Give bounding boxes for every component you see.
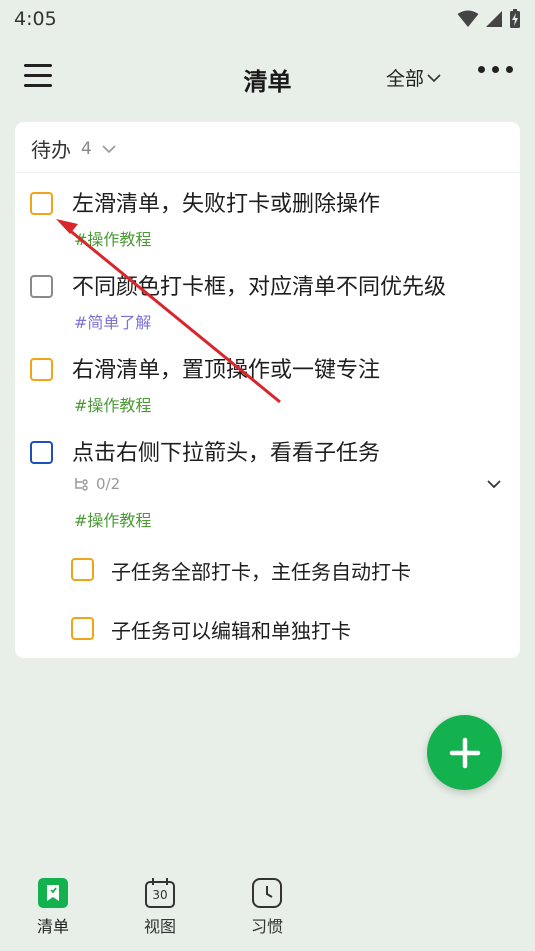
divider [15, 172, 520, 173]
task-item: 点击右侧下拉箭头，看看子任务 0/2 #操作教程 [15, 435, 520, 535]
filter-label: 全部 [386, 68, 425, 90]
tab-habit[interactable]: 习惯 [237, 877, 297, 937]
task-item: 左滑清单，失败打卡或删除操作 #操作教程 [15, 186, 520, 256]
task-item: 右滑清单，置顶操作或一键专注 #操作教程 [15, 352, 520, 422]
expand-subtasks-button[interactable] [486, 475, 502, 494]
task-item: 不同颜色打卡框，对应清单不同优先级 #简单了解 [15, 269, 520, 339]
battery-charging-icon [510, 9, 520, 28]
calendar-icon: 30 [144, 877, 176, 909]
task-tag[interactable]: #操作教程 [74, 507, 151, 531]
subtask-title[interactable]: 子任务可以编辑和单独打卡 [111, 615, 351, 644]
dot-icon [478, 66, 485, 73]
filter-dropdown[interactable]: 全部 [386, 64, 441, 91]
task-title[interactable]: 不同颜色打卡框，对应清单不同优先级 [72, 269, 446, 301]
chevron-down-icon [427, 73, 441, 82]
task-title[interactable]: 点击右侧下拉箭头，看看子任务 [72, 435, 380, 467]
subtask-checkbox[interactable] [71, 617, 94, 640]
section-title: 待办 [31, 138, 71, 162]
status-icons [457, 9, 521, 29]
todo-card: 待办 4 左滑清单，失败打卡或删除操作 #操作教程 不同颜色打卡框，对应清单不同… [15, 122, 520, 658]
dot-icon [492, 66, 499, 73]
chevron-down-icon [487, 480, 501, 489]
calendar-day: 30 [152, 888, 168, 902]
plus-icon [449, 737, 480, 768]
signal-icon [486, 11, 502, 27]
tab-list[interactable]: 清单 [23, 877, 83, 937]
subtask-progress-text: 0/2 [96, 475, 121, 493]
add-task-button[interactable] [427, 715, 502, 790]
list-tab-icon [38, 878, 68, 908]
tab-view[interactable]: 30 视图 [130, 877, 190, 937]
subtask-checkbox[interactable] [71, 558, 94, 581]
bottom-tab-bar: 清单 30 视图 习惯 [0, 872, 535, 951]
wifi-icon [457, 10, 479, 27]
task-tag[interactable]: #简单了解 [74, 309, 151, 333]
more-options-button[interactable] [478, 66, 513, 73]
task-title[interactable]: 左滑清单，失败打卡或删除操作 [72, 186, 380, 218]
app-bar: 清单 全部 [0, 48, 535, 106]
subtask-progress: 0/2 [74, 475, 120, 493]
status-time: 4:05 [14, 8, 57, 30]
subtask-item: 子任务可以编辑和单独打卡 [15, 615, 520, 655]
menu-button[interactable] [20, 60, 60, 92]
tab-label: 清单 [36, 917, 69, 936]
task-checkbox[interactable] [30, 275, 53, 298]
tab-label: 习惯 [250, 917, 283, 936]
section-count: 4 [81, 138, 92, 159]
section-header[interactable]: 待办 4 [31, 134, 116, 163]
chevron-down-icon [102, 144, 116, 153]
hamburger-line [24, 64, 52, 67]
task-tag[interactable]: #操作教程 [74, 392, 151, 416]
task-title[interactable]: 右滑清单，置顶操作或一键专注 [72, 352, 380, 384]
page-title: 清单 [243, 68, 292, 96]
subtask-item: 子任务全部打卡，主任务自动打卡 [15, 556, 520, 596]
hamburger-line [24, 74, 52, 77]
task-checkbox[interactable] [30, 192, 53, 215]
subtask-icon [75, 478, 88, 491]
task-checkbox[interactable] [30, 358, 53, 381]
clock-icon [252, 878, 282, 908]
tab-label: 视图 [143, 917, 176, 936]
task-checkbox[interactable] [30, 441, 53, 464]
status-bar: 4:05 [0, 0, 535, 38]
dot-icon [506, 66, 513, 73]
task-tag[interactable]: #操作教程 [74, 226, 151, 250]
subtask-title[interactable]: 子任务全部打卡，主任务自动打卡 [111, 556, 411, 585]
hamburger-line [24, 84, 52, 87]
